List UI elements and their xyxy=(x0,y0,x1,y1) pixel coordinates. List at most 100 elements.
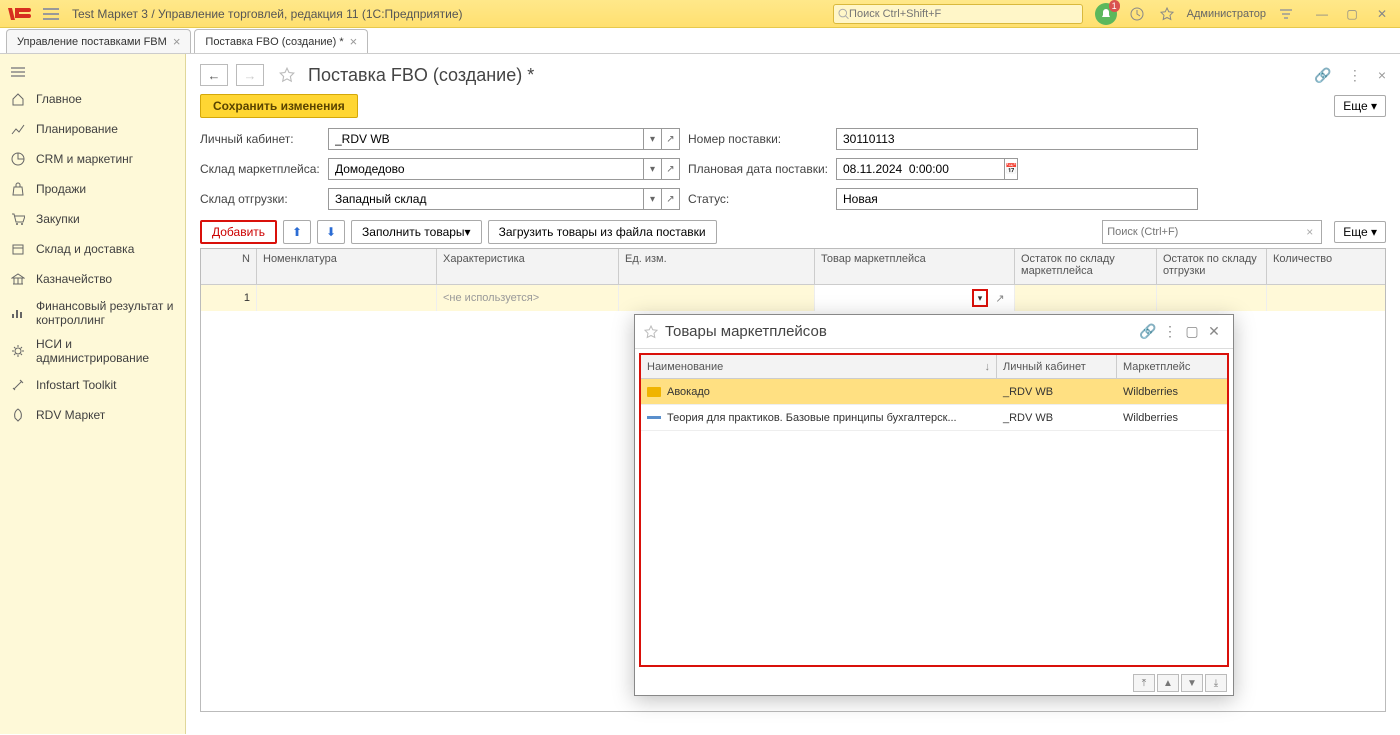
move-down-button[interactable]: ⬇ xyxy=(317,220,345,244)
star-outline-icon[interactable] xyxy=(643,324,659,340)
field-st[interactable] xyxy=(836,188,1198,210)
close-button[interactable]: ✕ xyxy=(1370,4,1394,24)
popup-col-mp[interactable]: Маркетплейс xyxy=(1117,355,1227,378)
nav-back-button[interactable]: ← xyxy=(200,64,228,86)
tab-fbm[interactable]: Управление поставками FBM × xyxy=(6,29,191,53)
notifications-bell[interactable]: 1 xyxy=(1095,3,1117,25)
popup-close-icon[interactable]: ✕ xyxy=(1203,321,1225,343)
popup-kebab-icon[interactable]: ⋮ xyxy=(1159,321,1181,343)
settings-lines-icon[interactable] xyxy=(1276,4,1296,24)
sidebar-item-nsi[interactable]: НСИ и администрирование xyxy=(0,332,185,370)
grid-more-button[interactable]: Еще ▾ xyxy=(1334,221,1386,243)
sidebar-item-purchases[interactable]: Закупки xyxy=(0,204,185,234)
col-mp-product[interactable]: Товар маркетплейса xyxy=(815,249,1015,284)
link-icon[interactable]: 🔗 xyxy=(1314,67,1331,84)
fill-products-button[interactable]: Заполнить товары ▾ xyxy=(351,220,482,244)
dropdown-icon[interactable]: ▾ xyxy=(644,158,662,180)
calendar-icon[interactable]: 📅 xyxy=(1005,158,1018,180)
cell-open-icon[interactable]: ↗ xyxy=(992,290,1008,306)
maximize-button[interactable]: ▢ xyxy=(1340,4,1364,24)
item-icon xyxy=(647,416,661,419)
more-button[interactable]: Еще ▾ xyxy=(1334,95,1386,117)
open-ref-icon[interactable]: ↗ xyxy=(662,128,680,150)
grid-row[interactable]: 1 <не используется> ▾↗ xyxy=(201,285,1385,311)
folder-icon xyxy=(647,387,661,397)
cell-mp-product[interactable]: ▾↗ xyxy=(815,285,1015,311)
favorites-icon[interactable] xyxy=(1157,4,1177,24)
nav-up-icon[interactable]: ▲ xyxy=(1157,674,1179,692)
sidebar-item-sales[interactable]: Продажи xyxy=(0,174,185,204)
tools-icon xyxy=(10,377,26,393)
field-pdp[interactable]: 📅 xyxy=(836,158,996,180)
popup-row[interactable]: Теория для практиков. Базовые принципы б… xyxy=(641,405,1227,431)
kebab-icon[interactable]: ⋮ xyxy=(1348,67,1362,84)
global-search[interactable] xyxy=(833,4,1083,24)
sidebar-item-infostart[interactable]: Infostart Toolkit xyxy=(0,370,185,400)
chart-icon xyxy=(10,121,26,137)
clear-search-icon[interactable]: × xyxy=(1302,225,1317,239)
grid-search[interactable]: × xyxy=(1102,220,1322,244)
field-np[interactable] xyxy=(836,128,1198,150)
app-logo xyxy=(6,5,34,23)
popup-col-lk[interactable]: Личный кабинет xyxy=(997,355,1117,378)
tab-label: Управление поставками FBM xyxy=(17,36,167,48)
nav-first-icon[interactable]: ⤒ xyxy=(1133,674,1155,692)
tab-close-icon[interactable]: × xyxy=(173,34,181,49)
popup-maximize-icon[interactable]: ▢ xyxy=(1181,321,1203,343)
sidebar-item-main[interactable]: Главное xyxy=(0,84,185,114)
history-icon[interactable] xyxy=(1127,4,1147,24)
cell-unit[interactable] xyxy=(619,285,815,311)
field-lk[interactable]: ▾↗ xyxy=(328,128,680,150)
load-from-file-button[interactable]: Загрузить товары из файла поставки xyxy=(488,220,717,244)
burger-collapse[interactable] xyxy=(0,60,185,84)
popup-title: Товары маркетплейсов xyxy=(665,323,827,340)
main-menu-icon[interactable] xyxy=(40,3,62,25)
label-np: Номер поставки: xyxy=(688,132,828,146)
col-stock-ship[interactable]: Остаток по складу отгрузки xyxy=(1157,249,1267,284)
cell-qty[interactable] xyxy=(1267,285,1385,311)
col-characteristic[interactable]: Характеристика xyxy=(437,249,619,284)
titlebar: Test Маркет 3 / Управление торговлей, ре… xyxy=(0,0,1400,28)
col-nomenclature[interactable]: Номенклатура xyxy=(257,249,437,284)
cell-nom[interactable] xyxy=(257,285,437,311)
sidebar-item-treasury[interactable]: Казначейство xyxy=(0,264,185,294)
sidebar-item-warehouse[interactable]: Склад и доставка xyxy=(0,234,185,264)
doc-close-icon[interactable]: × xyxy=(1378,67,1386,83)
nav-down-icon[interactable]: ▼ xyxy=(1181,674,1203,692)
open-ref-icon[interactable]: ↗ xyxy=(662,188,680,210)
popup-link-icon[interactable]: 🔗 xyxy=(1137,321,1159,343)
open-ref-icon[interactable]: ↗ xyxy=(662,158,680,180)
move-up-button[interactable]: ⬆ xyxy=(283,220,311,244)
field-smp[interactable]: ▾↗ xyxy=(328,158,680,180)
cell-dropdown-icon[interactable]: ▾ xyxy=(972,289,988,307)
popup-row[interactable]: Авокадо _RDV WB Wildberries xyxy=(641,379,1227,405)
col-qty[interactable]: Количество xyxy=(1267,249,1385,284)
col-unit[interactable]: Ед. изм. xyxy=(619,249,815,284)
tab-fbo[interactable]: Поставка FBO (создание) * × xyxy=(194,29,368,53)
bank-icon xyxy=(10,271,26,287)
field-so[interactable]: ▾↗ xyxy=(328,188,680,210)
sidebar-item-rdv[interactable]: RDV Маркет xyxy=(0,400,185,430)
sidebar-item-finresult[interactable]: Финансовый результат и контроллинг xyxy=(0,294,185,332)
add-row-button[interactable]: Добавить xyxy=(200,220,277,244)
save-button[interactable]: Сохранить изменения xyxy=(200,94,358,118)
nav-last-icon[interactable]: ⤓ xyxy=(1205,674,1227,692)
gear-icon xyxy=(10,343,26,359)
global-search-input[interactable] xyxy=(849,8,1078,20)
bag-icon xyxy=(10,181,26,197)
label-smp: Склад маркетплейса: xyxy=(200,162,320,176)
dropdown-icon[interactable]: ▾ xyxy=(644,188,662,210)
popup-col-name[interactable]: Наименование↓ xyxy=(641,355,997,378)
star-outline-icon[interactable] xyxy=(278,66,296,84)
search-icon xyxy=(838,8,849,20)
sidebar-item-planning[interactable]: Планирование xyxy=(0,114,185,144)
col-stock-mp[interactable]: Остаток по складу маркетплейса xyxy=(1015,249,1157,284)
home-icon xyxy=(10,91,26,107)
user-label[interactable]: Администратор xyxy=(1187,8,1266,20)
nav-forward-button[interactable]: → xyxy=(236,64,264,86)
sidebar-item-crm[interactable]: CRM и маркетинг xyxy=(0,144,185,174)
col-n[interactable]: N xyxy=(201,249,257,284)
dropdown-icon[interactable]: ▾ xyxy=(644,128,662,150)
tab-close-icon[interactable]: × xyxy=(350,34,358,49)
minimize-button[interactable]: — xyxy=(1310,4,1334,24)
